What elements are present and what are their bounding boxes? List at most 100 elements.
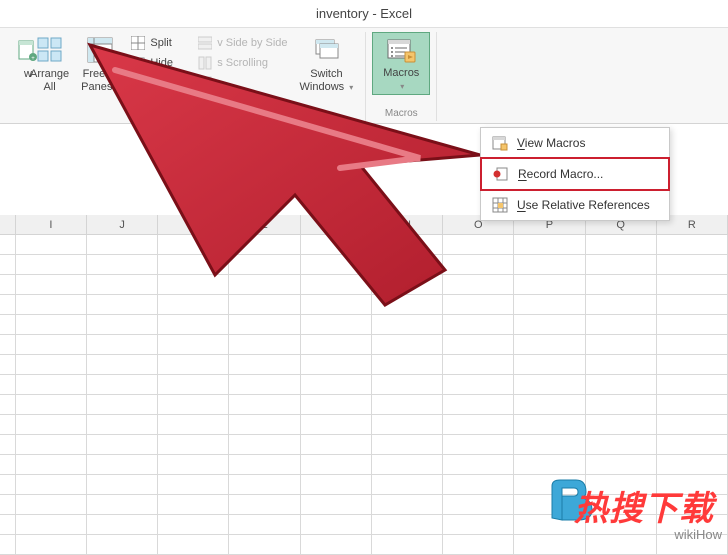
view-macros-item[interactable]: VView Macrosiew Macros — [481, 128, 669, 158]
cell[interactable] — [158, 275, 229, 295]
cell[interactable] — [443, 435, 514, 455]
cell[interactable] — [443, 335, 514, 355]
cell[interactable] — [443, 515, 514, 535]
cell[interactable] — [372, 475, 443, 495]
cell[interactable] — [657, 415, 728, 435]
cell[interactable] — [301, 235, 372, 255]
cell[interactable] — [443, 255, 514, 275]
cell[interactable] — [372, 255, 443, 275]
cell[interactable] — [514, 395, 585, 415]
cell[interactable] — [514, 515, 585, 535]
cell[interactable] — [229, 435, 300, 455]
cell[interactable] — [301, 355, 372, 375]
cell[interactable] — [229, 335, 300, 355]
cell[interactable] — [87, 535, 158, 555]
cell[interactable] — [586, 375, 657, 395]
cell[interactable] — [158, 255, 229, 275]
arrange-all-button[interactable]: Arrange All — [24, 32, 75, 95]
record-macro-item[interactable]: RRecord Macro...ecord Macro... — [480, 157, 670, 191]
cell[interactable] — [586, 475, 657, 495]
cell[interactable] — [16, 315, 87, 335]
cell[interactable] — [514, 335, 585, 355]
cell[interactable] — [372, 395, 443, 415]
cell[interactable] — [443, 495, 514, 515]
cell[interactable] — [158, 335, 229, 355]
cell[interactable] — [301, 295, 372, 315]
cell[interactable] — [514, 235, 585, 255]
cell[interactable] — [16, 515, 87, 535]
cell[interactable] — [514, 495, 585, 515]
cell[interactable] — [657, 435, 728, 455]
cell[interactable] — [229, 355, 300, 375]
cell[interactable] — [301, 455, 372, 475]
cell[interactable] — [229, 495, 300, 515]
cell[interactable] — [586, 455, 657, 475]
cell[interactable] — [229, 255, 300, 275]
cell[interactable] — [301, 495, 372, 515]
column-header[interactable]: I — [16, 215, 87, 234]
cell[interactable] — [586, 255, 657, 275]
cell[interactable] — [87, 235, 158, 255]
cell[interactable] — [443, 475, 514, 495]
cell[interactable] — [87, 335, 158, 355]
cell[interactable] — [514, 315, 585, 335]
cell[interactable] — [372, 335, 443, 355]
cell[interactable] — [229, 455, 300, 475]
cell[interactable] — [16, 535, 87, 555]
cell[interactable] — [16, 395, 87, 415]
cell[interactable] — [514, 455, 585, 475]
cell[interactable] — [87, 315, 158, 335]
cell[interactable] — [586, 395, 657, 415]
cell[interactable] — [158, 415, 229, 435]
cell[interactable] — [158, 515, 229, 535]
cell[interactable] — [87, 275, 158, 295]
cell[interactable] — [16, 375, 87, 395]
cell[interactable] — [158, 375, 229, 395]
cell[interactable] — [586, 355, 657, 375]
cell[interactable] — [301, 315, 372, 335]
cell[interactable] — [372, 495, 443, 515]
cell[interactable] — [586, 315, 657, 335]
cell[interactable] — [87, 355, 158, 375]
cell[interactable] — [586, 435, 657, 455]
cell[interactable] — [229, 475, 300, 495]
freeze-panes-button[interactable]: Freeze Panes▾ — [75, 32, 124, 95]
cell[interactable] — [443, 375, 514, 395]
cell[interactable] — [586, 535, 657, 555]
cell[interactable] — [657, 455, 728, 475]
cell[interactable] — [87, 375, 158, 395]
cell[interactable] — [87, 435, 158, 455]
cell[interactable] — [657, 395, 728, 415]
hide-button[interactable]: Hide — [128, 54, 187, 72]
cell[interactable] — [514, 415, 585, 435]
cell[interactable] — [16, 255, 87, 275]
cell[interactable] — [87, 395, 158, 415]
cell[interactable] — [229, 275, 300, 295]
cell[interactable] — [586, 295, 657, 315]
column-header[interactable]: K — [158, 215, 229, 234]
cell[interactable] — [87, 455, 158, 475]
cell[interactable] — [229, 235, 300, 255]
cell[interactable] — [443, 235, 514, 255]
cell[interactable] — [87, 515, 158, 535]
cell[interactable] — [514, 255, 585, 275]
cell[interactable] — [372, 275, 443, 295]
cell[interactable] — [657, 315, 728, 335]
cell[interactable] — [301, 255, 372, 275]
cell[interactable] — [301, 535, 372, 555]
column-header[interactable]: M — [301, 215, 372, 234]
cell[interactable] — [158, 315, 229, 335]
cell[interactable] — [372, 355, 443, 375]
cell[interactable] — [16, 235, 87, 255]
cell[interactable] — [87, 255, 158, 275]
split-button[interactable]: Split — [128, 34, 187, 52]
cell[interactable] — [586, 335, 657, 355]
cell[interactable] — [301, 435, 372, 455]
cell[interactable] — [514, 535, 585, 555]
cell[interactable] — [87, 295, 158, 315]
cell[interactable] — [372, 535, 443, 555]
switch-windows-button[interactable]: Switch Windows ▾ — [294, 32, 360, 95]
cell[interactable] — [586, 275, 657, 295]
cell[interactable] — [16, 355, 87, 375]
spreadsheet-grid[interactable] — [0, 235, 728, 546]
